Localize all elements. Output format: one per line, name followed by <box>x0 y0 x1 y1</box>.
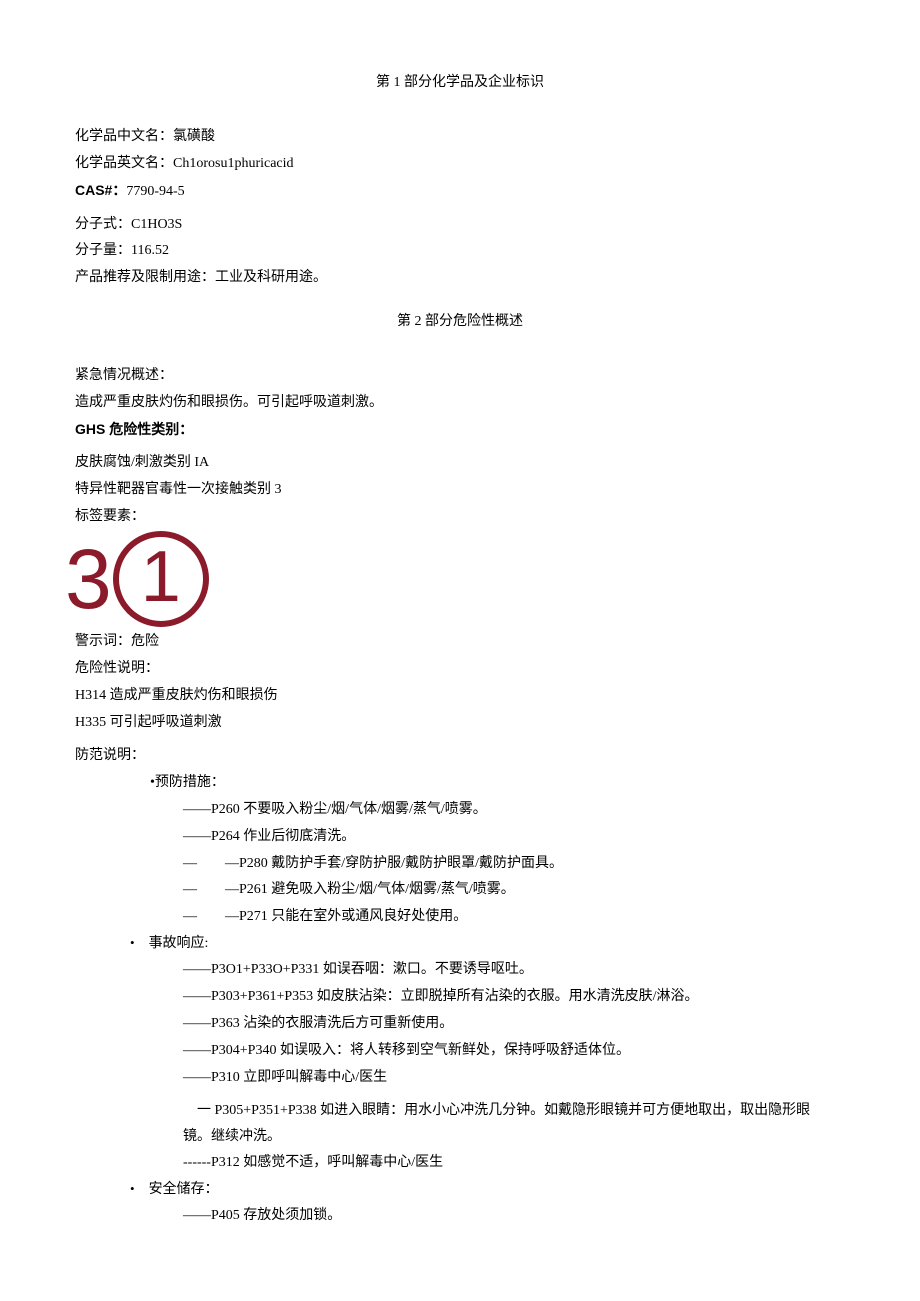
response-p305: 一 P305+P351+P338 如进入眼睛：用水小心冲洗几分钟。如戴隐形眼镜并… <box>75 1098 845 1150</box>
ghs-cat-1: 皮肤腐蚀/刺激类别 IA <box>75 450 845 476</box>
pictogram-3-icon: 3 <box>65 537 109 621</box>
value-cas: 7790-94-5 <box>126 184 184 199</box>
label-cn-name: 化学品中文名： <box>75 129 173 144</box>
prevention-p271: — —P271 只能在室外或通风良好处使用。 <box>75 904 845 930</box>
signal-word: 危险 <box>131 634 159 649</box>
row-use: 产品推荐及限制用途：工业及科研用途。 <box>75 265 845 291</box>
response-p310: ——P310 立即呼叫解毒中心/医生 <box>75 1065 845 1091</box>
prevention-head: •预防措施： <box>75 770 845 796</box>
row-en-name: 化学品英文名：Ch1orosu1phuricacid <box>75 151 845 177</box>
row-formula: 分子式：C1HO3S <box>75 212 845 238</box>
label-en-name: 化学品英文名： <box>75 156 173 171</box>
label-formula: 分子式： <box>75 217 131 232</box>
hazard-h335: H335 可引起呼吸道刺激 <box>75 710 845 736</box>
bullet-icon-2: • <box>130 1177 135 1201</box>
section-1-body: 化学品中文名：氯磺酸 化学品英文名：Ch1orosu1phuricacid CA… <box>75 124 845 291</box>
response-head: 事故响应: <box>149 931 209 957</box>
prevention-p280: — —P280 戴防护手套/穿防护服/戴防护眼罩/戴防护面具。 <box>75 851 845 877</box>
pictogram-row: 3 1 <box>65 531 845 627</box>
row-cas: CAS#：7790-94-5 <box>75 178 845 205</box>
section-2-body: 紧急情况概述： 造成严重皮肤灼伤和眼损伤。可引起呼吸道刺激。 GHS 危险性类别… <box>75 363 845 1229</box>
storage-p405: ——P405 存放处须加锁。 <box>75 1203 845 1229</box>
ghs-cat-2: 特异性靶器官毒性一次接触类别 3 <box>75 477 845 503</box>
response-p303: ——P303+P361+P353 如皮肤沾染：立即脱掉所有沾染的衣服。用水清洗皮… <box>75 984 845 1010</box>
response-p301: ——P3O1+P33O+P331 如误吞咽：漱口。不要诱导呕吐。 <box>75 957 845 983</box>
label-cas: CAS#： <box>75 182 126 198</box>
row-mw: 分子量：116.52 <box>75 238 845 264</box>
response-p363: ——P363 沾染的衣服清洗后方可重新使用。 <box>75 1011 845 1037</box>
storage-head: 安全储存： <box>149 1177 219 1203</box>
bullet-icon: • <box>130 931 135 955</box>
value-use: 工业及科研用途。 <box>215 270 327 285</box>
response-head-row: • 事故响应: <box>75 931 845 957</box>
value-en-name: Ch1orosu1phuricacid <box>173 156 294 171</box>
emergency-text: 造成严重皮肤灼伤和眼损伤。可引起呼吸道刺激。 <box>75 390 845 416</box>
label-use: 产品推荐及限制用途： <box>75 270 215 285</box>
signal-label: 警示词： <box>75 634 131 649</box>
precaution-label: 防范说明： <box>75 743 845 769</box>
ghs-label: GHS 危险性类别： <box>75 417 845 443</box>
row-cn-name: 化学品中文名：氯磺酸 <box>75 124 845 150</box>
response-p304: ——P304+P340 如误吸入：将人转移到空气新鲜处，保持呼吸舒适体位。 <box>75 1038 845 1064</box>
storage-head-row: • 安全储存： <box>75 1177 845 1203</box>
hazard-label: 危险性说明： <box>75 656 845 682</box>
emergency-label: 紧急情况概述： <box>75 363 845 389</box>
section-1-title: 第 1 部分化学品及企业标识 <box>75 70 845 96</box>
section-2-title: 第 2 部分危险性概述 <box>75 309 845 335</box>
prevention-p260: ——P260 不要吸入粉尘/烟/气体/烟雾/蒸气/喷雾。 <box>75 797 845 823</box>
response-p305-text: 一 P305+P351+P338 如进入眼睛：用水小心冲洗几分钟。如戴隐形眼镜并… <box>183 1103 810 1144</box>
hazard-h314: H314 造成严重皮肤灼伤和眼损伤 <box>75 683 845 709</box>
value-formula: C1HO3S <box>131 217 182 232</box>
response-p312: ------P312 如感觉不适，呼叫解毒中心/医生 <box>75 1150 845 1176</box>
prevention-p261: — —P261 避免吸入粉尘/烟/气体/烟雾/蒸气/喷雾。 <box>75 877 845 903</box>
value-mw: 116.52 <box>131 243 169 258</box>
label-mw: 分子量： <box>75 243 131 258</box>
value-cn-name: 氯磺酸 <box>173 129 215 144</box>
pictogram-circle-1-icon: 1 <box>113 531 209 627</box>
signal-word-row: 警示词：危险 <box>75 629 845 655</box>
pictogram-1-text: 1 <box>141 541 181 613</box>
prevention-p264: ——P264 作业后彻底清洗。 <box>75 824 845 850</box>
label-elements: 标签要素： <box>75 504 845 530</box>
